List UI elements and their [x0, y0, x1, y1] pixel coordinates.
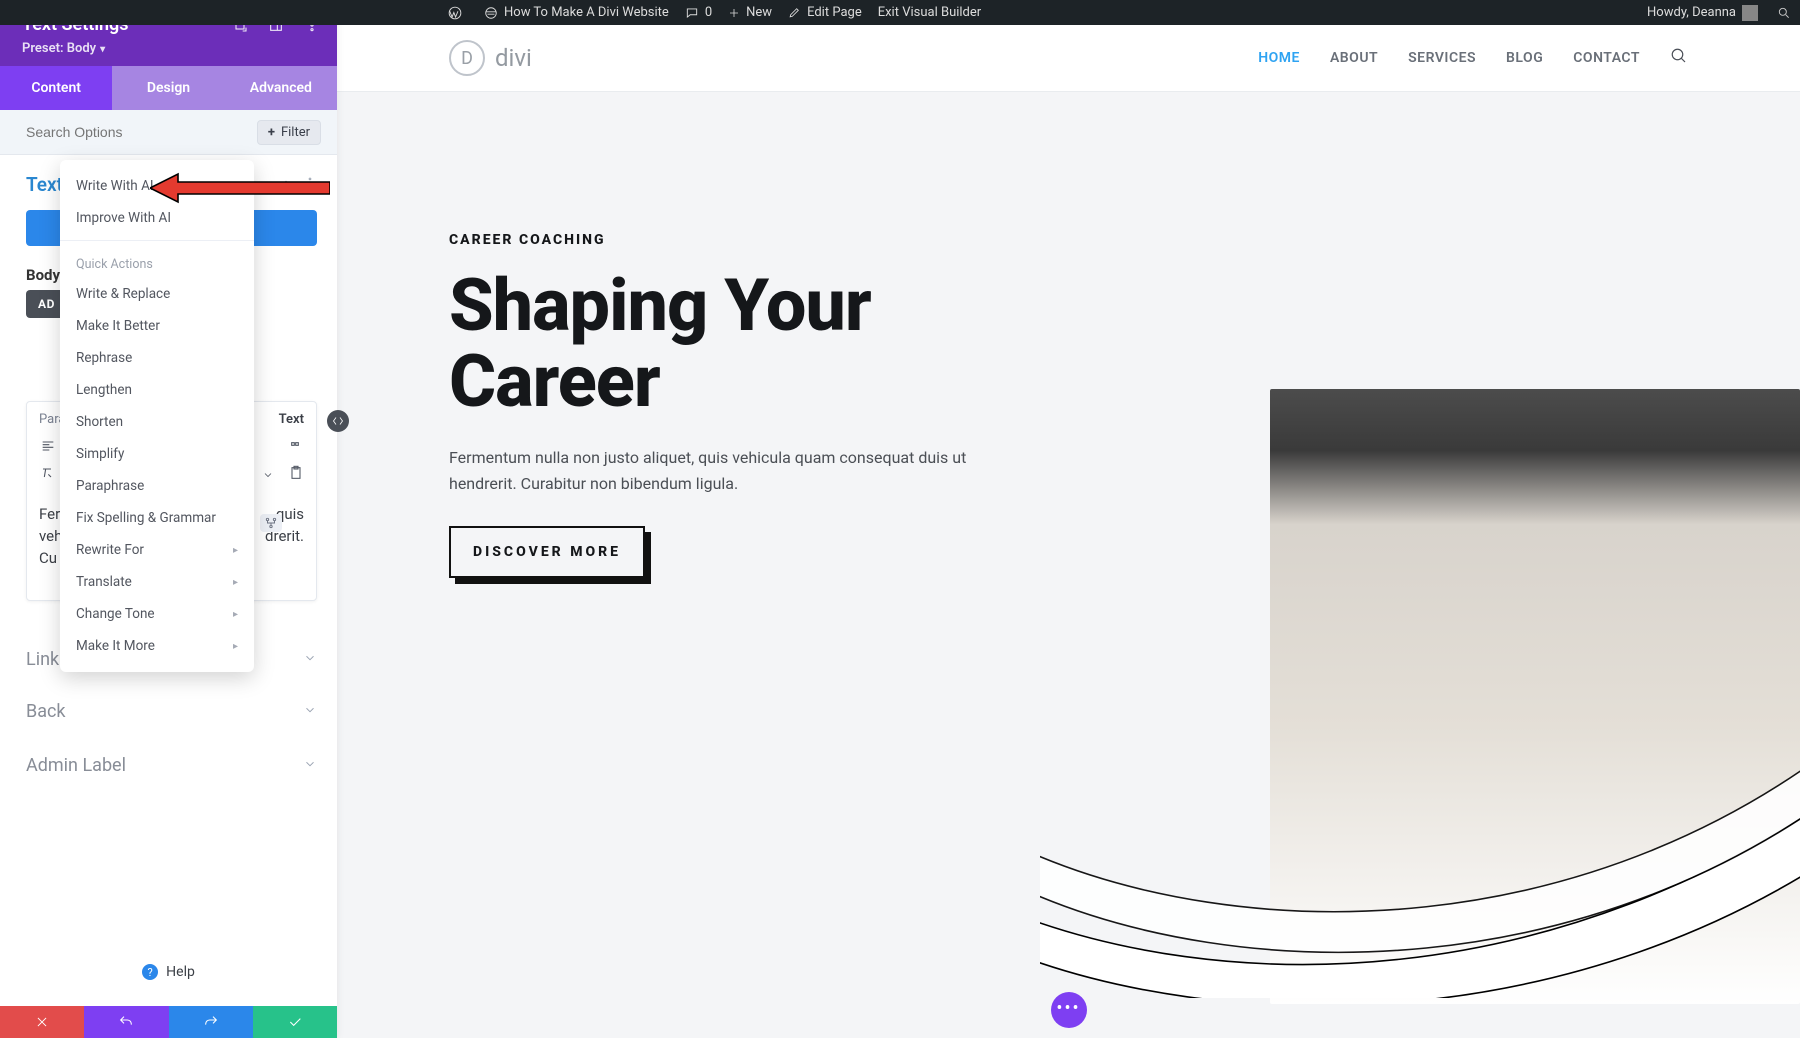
menu-write-with-ai[interactable]: Write With AI [60, 170, 254, 202]
dropdown-icon[interactable] [262, 466, 274, 485]
preset-selector[interactable]: Preset: Body ▾ [22, 41, 321, 56]
save-button[interactable] [253, 1006, 337, 1038]
ai-actions-menu: Write With AI Improve With AI Quick Acti… [60, 160, 254, 672]
admin-new[interactable]: New [720, 0, 780, 25]
filter-label: Filter [281, 125, 310, 140]
panel-search-row: +Filter [0, 110, 337, 155]
admin-comments-count: 0 [705, 5, 712, 20]
menu-shorten[interactable]: Shorten [60, 406, 254, 438]
undo-button[interactable] [84, 1006, 168, 1038]
menu-quick-actions-header: Quick Actions [60, 247, 254, 278]
panel-resize-handle[interactable] [327, 410, 349, 432]
nav-home[interactable]: HOME [1258, 50, 1300, 66]
menu-make-it-more[interactable]: Make It More [60, 630, 254, 662]
logo-mark-icon: D [449, 40, 485, 76]
hero-headline[interactable]: Shaping Your Career [449, 268, 1029, 419]
admin-site-title-text: How To Make A Divi Website [504, 5, 669, 20]
menu-rephrase[interactable]: Rephrase [60, 342, 254, 374]
menu-translate[interactable]: Translate [60, 566, 254, 598]
cancel-button[interactable] [0, 1006, 84, 1038]
nav-services[interactable]: SERVICES [1408, 50, 1476, 66]
panel-tabs: Content Design Advanced [0, 66, 337, 110]
admin-search-icon[interactable] [1776, 5, 1792, 21]
help-label: Help [166, 964, 195, 980]
section-admin-label-text: Admin Label [26, 755, 126, 776]
search-input[interactable] [0, 110, 257, 154]
paste-icon[interactable] [288, 465, 304, 485]
avatar [1742, 5, 1758, 21]
menu-separator [60, 240, 254, 241]
wp-logo-menu[interactable] [440, 0, 476, 25]
admin-edit-page-label: Edit Page [807, 5, 862, 20]
admin-howdy[interactable]: Howdy, Deanna [1639, 0, 1766, 25]
tab-advanced[interactable]: Advanced [225, 66, 337, 110]
clear-format-icon[interactable] [39, 465, 55, 485]
primary-nav: HOME ABOUT SERVICES BLOG CONTACT [1258, 47, 1688, 69]
menu-change-tone[interactable]: Change Tone [60, 598, 254, 630]
section-text-title[interactable]: Text [26, 173, 63, 196]
menu-simplify[interactable]: Simplify [60, 438, 254, 470]
filter-button[interactable]: +Filter [257, 120, 321, 145]
site-header: D divi HOME ABOUT SERVICES BLOG CONTACT [337, 25, 1800, 92]
redo-button[interactable] [169, 1006, 253, 1038]
chevron-down-icon: ▾ [100, 44, 105, 55]
menu-rewrite-for[interactable]: Rewrite For [60, 534, 254, 566]
preset-label: Preset: Body [22, 41, 96, 56]
section-background[interactable]: Back [26, 693, 317, 722]
section-admin-label[interactable]: Admin Label [26, 747, 317, 776]
admin-exit-vb[interactable]: Exit Visual Builder [870, 0, 989, 25]
menu-paraphrase[interactable]: Paraphrase [60, 470, 254, 502]
panel-action-bar [0, 1006, 337, 1038]
hero-cta-button[interactable]: DISCOVER MORE [449, 526, 645, 578]
hero-section: CAREER COACHING Shaping Your Career Ferm… [337, 92, 1800, 1038]
chevron-down-icon [303, 701, 317, 722]
site-logo[interactable]: D divi [449, 40, 532, 76]
editor-text-tab[interactable]: Text [279, 412, 304, 427]
menu-write-replace[interactable]: Write & Replace [60, 278, 254, 310]
chevron-down-icon [303, 755, 317, 776]
quote-icon[interactable] [286, 437, 304, 455]
hero-eyebrow: CAREER COACHING [449, 232, 1029, 248]
nav-contact[interactable]: CONTACT [1573, 50, 1640, 66]
tab-design[interactable]: Design [112, 66, 224, 110]
menu-make-it-better[interactable]: Make It Better [60, 310, 254, 342]
admin-new-label: New [746, 5, 772, 20]
nav-search-icon[interactable] [1670, 47, 1688, 69]
help-icon: ? [142, 964, 158, 980]
logo-text: divi [495, 44, 532, 72]
admin-site-title[interactable]: How To Make A Divi Website [476, 0, 677, 25]
menu-fix-spelling[interactable]: Fix Spelling & Grammar [60, 502, 254, 534]
menu-lengthen[interactable]: Lengthen [60, 374, 254, 406]
tab-content[interactable]: Content [0, 66, 112, 110]
section-background-label: Back [26, 701, 66, 722]
chevron-down-icon [303, 649, 317, 670]
builder-fab[interactable]: ••• [1051, 992, 1087, 1028]
dynamic-content-icon[interactable] [260, 514, 282, 532]
nav-about[interactable]: ABOUT [1330, 50, 1378, 66]
admin-howdy-label: Howdy, Deanna [1647, 5, 1736, 20]
hero-paragraph[interactable]: Fermentum nulla non justo aliquet, quis … [449, 445, 1029, 496]
chevron-up-icon[interactable] [279, 175, 293, 194]
menu-improve-with-ai[interactable]: Improve With AI [60, 202, 254, 234]
admin-comments[interactable]: 0 [677, 0, 720, 25]
page-preview: D divi HOME ABOUT SERVICES BLOG CONTACT … [337, 25, 1800, 1038]
nav-blog[interactable]: BLOG [1506, 50, 1543, 66]
admin-exit-vb-label: Exit Visual Builder [878, 5, 981, 20]
section-more-icon[interactable] [303, 175, 317, 194]
section-link-label: Link [26, 649, 59, 670]
hero-image [1270, 389, 1800, 1004]
wp-admin-bar: How To Make A Divi Website 0 New Edit Pa… [0, 0, 1800, 25]
admin-edit-page[interactable]: Edit Page [780, 0, 870, 25]
help-link[interactable]: ? Help [0, 964, 337, 980]
align-left-icon[interactable] [39, 437, 57, 455]
